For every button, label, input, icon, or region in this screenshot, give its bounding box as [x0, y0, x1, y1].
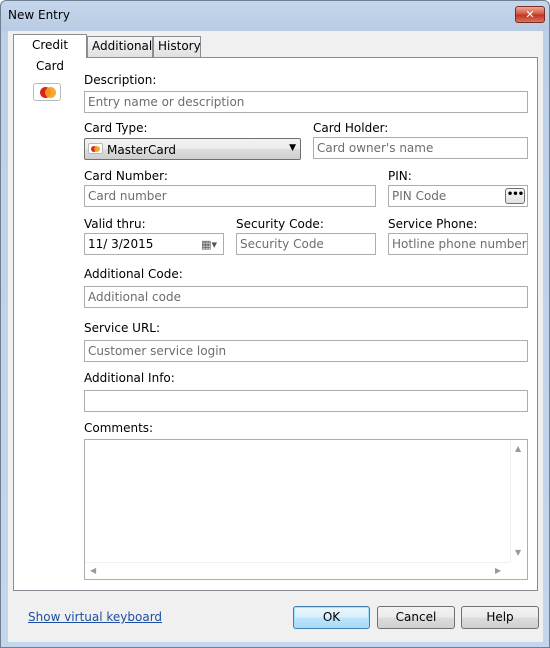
service-phone-label: Service Phone: [388, 217, 478, 231]
chevron-down-icon: ▼ [289, 143, 296, 153]
card-number-label: Card Number: [84, 169, 168, 183]
new-entry-window: New Entry ✕ Credit Card Additional Histo… [0, 0, 550, 648]
additional-code-placeholder: Additional code [88, 290, 181, 304]
pin-label: PIN: [388, 169, 412, 183]
tab-additional[interactable]: Additional [87, 36, 153, 57]
description-placeholder: Entry name or description [88, 95, 245, 109]
comments-textarea[interactable]: ▲ ▼ ◀ ▶ [84, 439, 528, 580]
description-label: Description: [84, 73, 157, 87]
window-title: New Entry [8, 8, 70, 22]
mastercard-icon [33, 83, 61, 101]
card-holder-placeholder: Card owner's name [317, 141, 434, 155]
scroll-left-icon[interactable]: ◀ [90, 566, 96, 575]
tab-label: History [158, 39, 201, 53]
additional-info-input[interactable] [84, 390, 528, 412]
card-holder-input[interactable]: Card owner's name [313, 137, 528, 159]
help-button[interactable]: Help [461, 606, 539, 629]
valid-thru-label: Valid thru: [84, 217, 146, 231]
close-icon: ✕ [525, 8, 535, 21]
service-url-placeholder: Customer service login [88, 344, 227, 358]
card-number-placeholder: Card number [88, 189, 167, 203]
service-url-input[interactable]: Customer service login [84, 340, 528, 362]
card-number-input[interactable]: Card number [84, 185, 376, 207]
security-code-placeholder: Security Code [240, 237, 324, 251]
cancel-button[interactable]: Cancel [377, 606, 455, 629]
card-holder-label: Card Holder: [313, 121, 389, 135]
calendar-icon[interactable]: ▦▾ [201, 238, 217, 251]
additional-info-label: Additional Info: [84, 371, 175, 385]
tab-label: Credit Card [31, 38, 69, 73]
mastercard-icon [88, 143, 103, 154]
security-code-input[interactable]: Security Code [236, 233, 376, 255]
service-phone-placeholder: Hotline phone number [392, 237, 527, 251]
card-type-label: Card Type: [84, 121, 148, 135]
show-pin-button[interactable]: ••• [505, 188, 525, 204]
description-input[interactable]: Entry name or description [84, 91, 528, 113]
service-phone-input[interactable]: Hotline phone number [388, 233, 528, 255]
ok-button[interactable]: OK [293, 606, 370, 629]
valid-thru-value: 11/ 3/2015 [88, 237, 154, 251]
title-bar[interactable]: New Entry ✕ [1, 1, 549, 31]
scroll-right-icon[interactable]: ▶ [495, 566, 501, 575]
scroll-down-icon[interactable]: ▼ [515, 548, 521, 557]
show-virtual-keyboard-link[interactable]: Show virtual keyboard [28, 610, 162, 624]
help-button-label: Help [486, 610, 514, 624]
more-dots-icon: ••• [506, 189, 524, 200]
comments-label: Comments: [84, 421, 154, 435]
security-code-label: Security Code: [236, 217, 324, 231]
service-url-label: Service URL: [84, 321, 161, 335]
pin-input[interactable]: PIN Code ••• [388, 185, 528, 207]
scroll-up-icon[interactable]: ▲ [515, 444, 521, 453]
cancel-button-label: Cancel [395, 610, 437, 624]
valid-thru-datepicker[interactable]: 11/ 3/2015 ▦▾ [84, 233, 224, 255]
tab-credit-card[interactable]: Credit Card [13, 34, 87, 73]
comments-vertical-scrollbar[interactable]: ▲ ▼ [510, 440, 527, 562]
pin-placeholder: PIN Code [392, 189, 447, 203]
credit-card-panel: Description: Entry name or description C… [13, 57, 538, 591]
ok-button-label: OK [322, 610, 341, 624]
card-type-select[interactable]: MasterCard ▼ [84, 138, 301, 160]
card-type-value: MasterCard [107, 143, 177, 157]
dialog-client-area: Credit Card Additional History Descripti… [8, 31, 543, 642]
close-button[interactable]: ✕ [515, 6, 545, 23]
additional-code-input[interactable]: Additional code [84, 286, 528, 308]
tab-history[interactable]: History [153, 36, 201, 57]
additional-code-label: Additional Code: [84, 267, 183, 281]
tab-label: Additional [92, 39, 153, 53]
comments-horizontal-scrollbar[interactable]: ◀ ▶ [85, 562, 510, 579]
